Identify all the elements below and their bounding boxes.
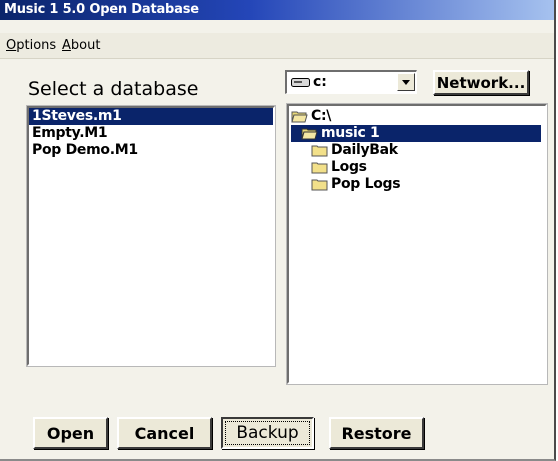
tree-item-root[interactable]: C:\ [291,108,331,125]
chevron-down-icon [402,80,410,85]
open-folder-icon [301,128,318,140]
tree-label: Pop Logs [331,176,401,192]
database-item[interactable]: Pop Demo.M1 [29,142,273,159]
cancel-button[interactable]: Cancel [117,417,212,449]
restore-button[interactable]: Restore [329,417,424,449]
drive-value: c: [313,74,327,90]
tree-label: DailyBak [331,142,398,158]
open-folder-icon [291,111,308,123]
window-title: Music 1 5.0 Open Database [4,2,199,17]
title-bar[interactable]: Music 1 5.0 Open Database [0,0,554,20]
tree-item-logs[interactable]: Logs [311,159,367,176]
tree-item-dailybak[interactable]: DailyBak [311,142,398,159]
dropdown-arrow[interactable] [397,73,415,91]
database-item[interactable]: 1Steves.m1 [29,108,273,125]
directory-tree[interactable]: C:\ music 1 DailyBak Logs Pop Logs [287,104,547,384]
menu-about[interactable]: About [62,38,100,53]
menu-bar: Options About [0,33,554,59]
drive-select[interactable]: c: [285,70,417,94]
folder-icon [311,145,328,157]
database-list[interactable]: 1Steves.m1 Empty.M1 Pop Demo.M1 [27,106,275,366]
folder-icon [311,179,328,191]
tree-label: Logs [331,159,367,175]
menu-options[interactable]: Options [6,38,56,53]
open-button[interactable]: Open [33,417,108,449]
tree-label: music 1 [321,125,380,141]
network-button[interactable]: Network... [433,70,529,95]
backup-button[interactable]: Backup [221,417,314,449]
open-database-window: Music 1 5.0 Open Database Options About … [0,0,556,461]
tree-item-pop-logs[interactable]: Pop Logs [311,176,401,193]
database-item[interactable]: Empty.M1 [29,125,273,142]
select-database-heading: Select a database [28,78,199,100]
tree-item-music1[interactable]: music 1 [291,125,541,142]
drive-icon [291,78,310,87]
folder-icon [311,162,328,174]
tree-label: C:\ [311,108,332,124]
